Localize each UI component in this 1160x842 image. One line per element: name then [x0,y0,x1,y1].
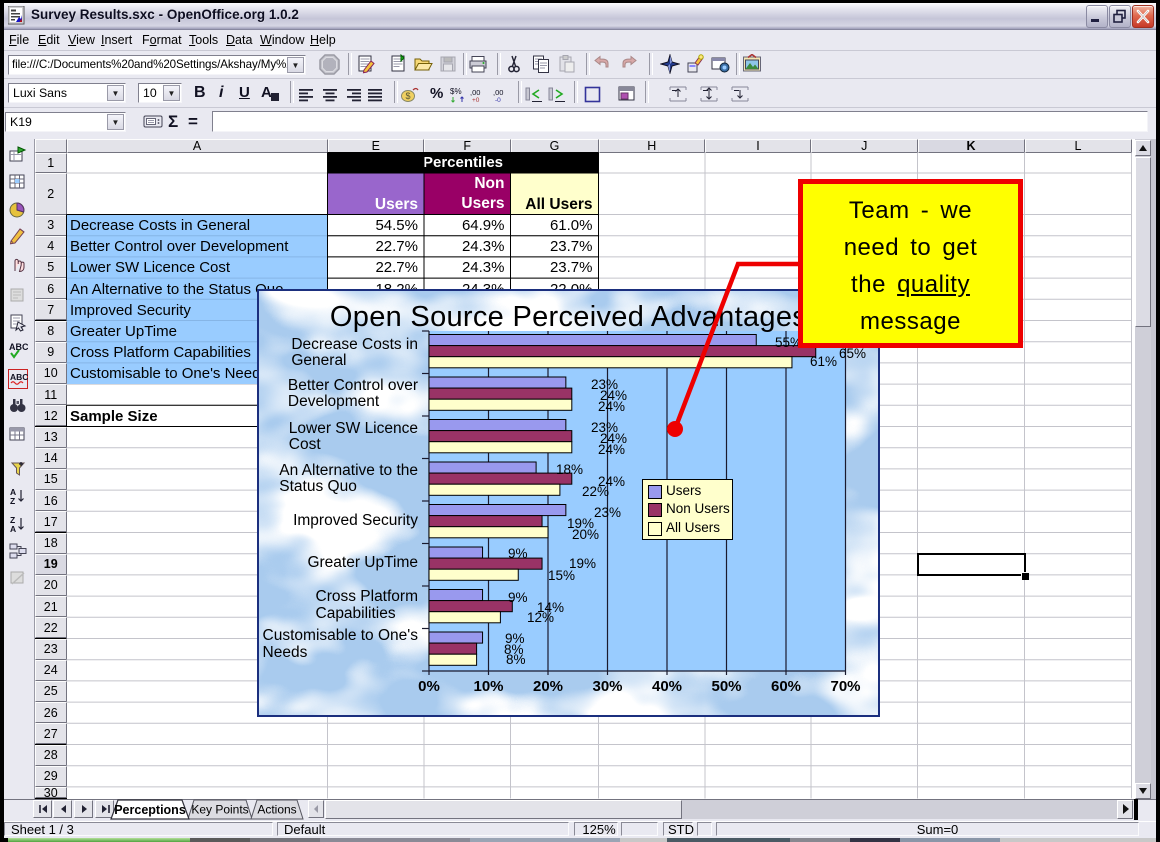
svg-text:ABC: ABC [10,372,28,382]
svg-text:Z: Z [10,496,15,506]
svg-text:Key Points: Key Points [191,803,248,817]
svg-text:A: A [10,524,16,534]
svg-text:Perceptions: Perceptions [114,803,186,817]
svg-text:Actions: Actions [257,803,296,817]
